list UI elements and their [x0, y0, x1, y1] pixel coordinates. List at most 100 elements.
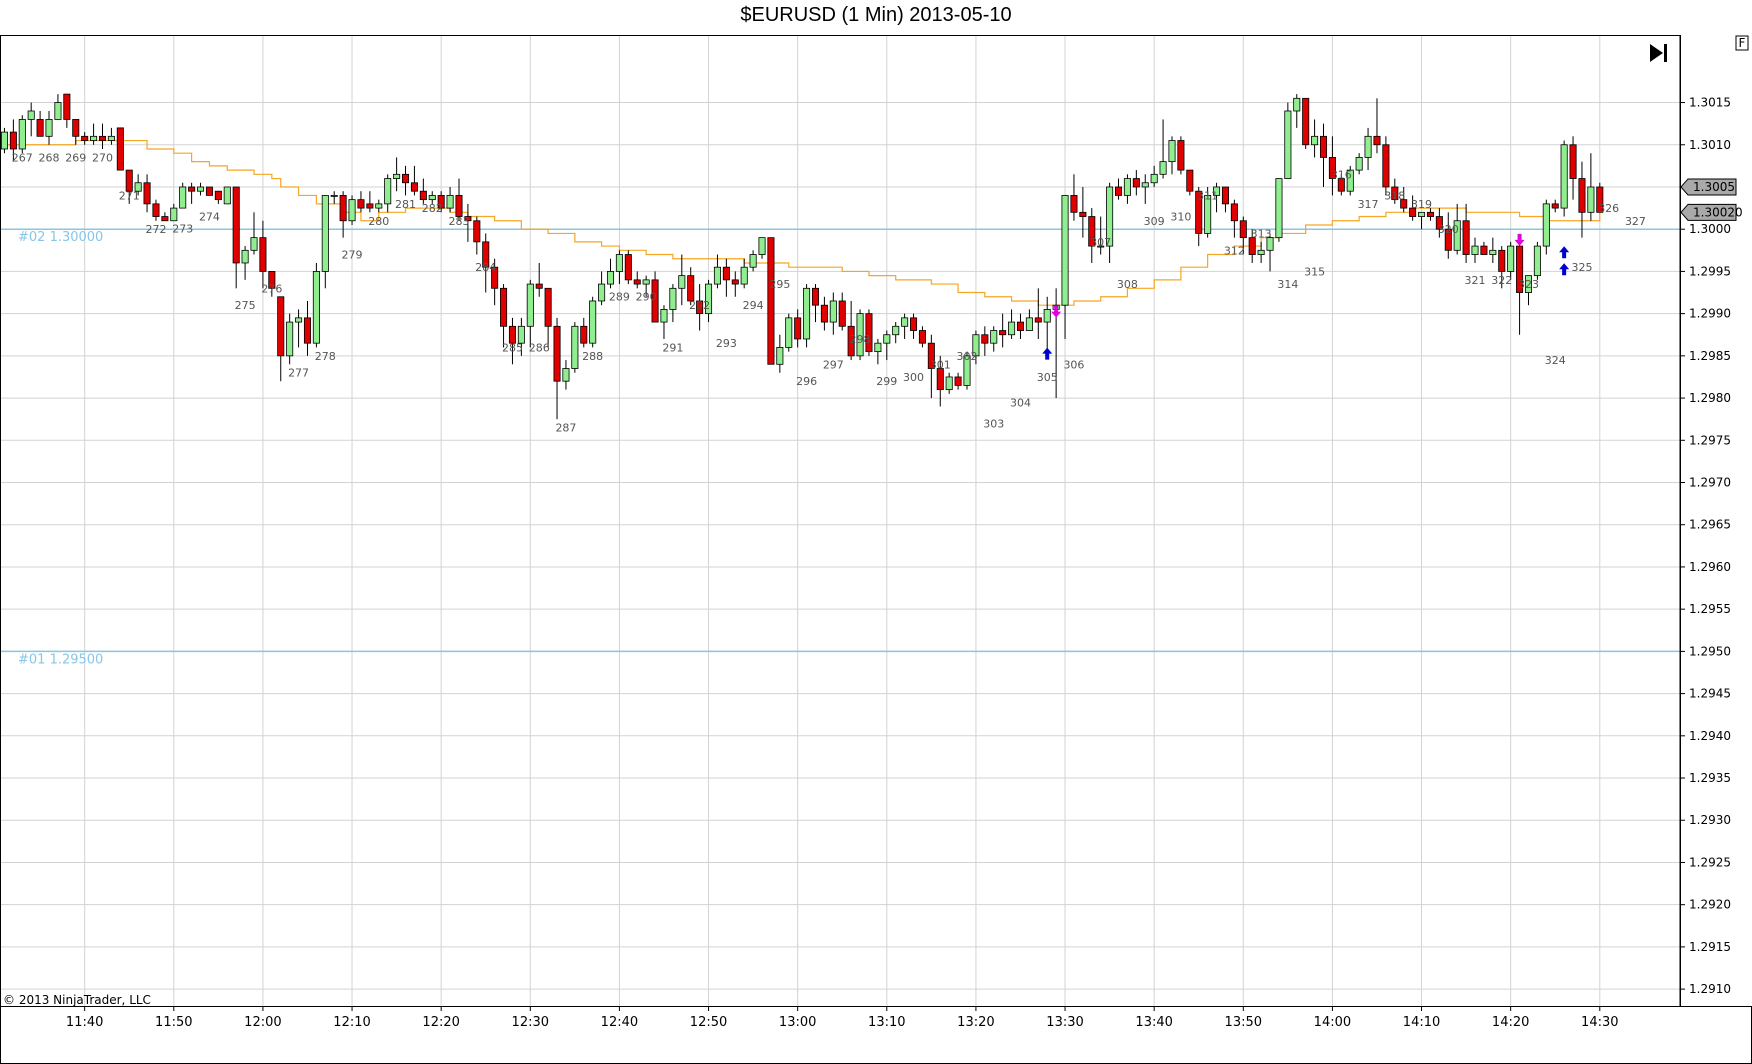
candle-body-up: [393, 173, 401, 179]
bar-number-label: 272: [145, 223, 166, 236]
candle-body-up: [1471, 245, 1479, 255]
horizontal-lines[interactable]: #02 1.30000 #01 1.29500: [0, 228, 1680, 667]
chart[interactable]: #02 1.30000 #01 1.29500 267 268 269 270 271 27…: [0, 0, 1752, 1064]
candle: [1311, 119, 1319, 158]
candle: [767, 237, 775, 365]
candle-body-up: [678, 275, 686, 289]
candle: [1168, 136, 1176, 175]
candle: [205, 186, 213, 196]
bar-number-label: 322: [1491, 274, 1512, 287]
candle: [758, 237, 766, 259]
candle: [847, 300, 855, 361]
bar-number-label: 283: [448, 215, 469, 228]
candle-body-up: [1560, 144, 1568, 209]
bar-number-label: 289: [609, 291, 630, 304]
candle: [1114, 178, 1123, 200]
candle-body-down: [722, 266, 730, 281]
candle-body-down: [277, 296, 285, 357]
candle-body-down: [1569, 144, 1577, 179]
bar-number-label: 303: [983, 417, 1004, 430]
candle: [981, 326, 989, 356]
candle-body-up: [384, 178, 392, 205]
candle-body-up: [901, 317, 909, 327]
candle: [366, 191, 374, 213]
candle: [277, 296, 285, 382]
candle: [1159, 119, 1167, 179]
candle: [999, 313, 1007, 348]
candle-body-down: [535, 283, 543, 289]
bar-number-label: 280: [368, 215, 389, 228]
y-tick-label: 1.2985: [1689, 349, 1731, 363]
candle: [678, 254, 686, 306]
y-tick-label: 1.2975: [1689, 433, 1731, 447]
x-tick-label: 14:20: [1492, 1015, 1529, 1030]
candle: [1284, 102, 1292, 179]
candle-body-down: [1114, 186, 1123, 196]
candle-body-down: [838, 300, 846, 327]
candle: [1355, 153, 1363, 175]
bar-number-label: 290: [636, 291, 657, 304]
candle: [553, 317, 561, 420]
candle-body-down: [500, 287, 508, 327]
bar-number-label: 295: [769, 278, 790, 291]
bar-number-label: 274: [199, 211, 220, 224]
y-tick-label: 1.2990: [1689, 307, 1731, 321]
y-tick-label: 1.2925: [1689, 855, 1731, 869]
candle-body-down: [687, 275, 695, 302]
candle: [81, 132, 89, 145]
candle: [1578, 161, 1586, 238]
bar-number-label: 270: [92, 151, 113, 164]
bar-number-label: 296: [796, 375, 817, 388]
candle: [143, 174, 151, 213]
price-badges: 1.3005 1.30020: [1680, 178, 1743, 221]
x-tick-label: 12:40: [601, 1015, 638, 1030]
candle: [945, 372, 953, 394]
candle-body-down: [259, 237, 267, 272]
price-badge-text: 1.3005: [1693, 180, 1735, 194]
skip-to-end-icon[interactable]: [1644, 0, 1667, 62]
x-tick-label: 14:30: [1581, 1015, 1618, 1030]
bar-number-label: 300: [903, 371, 924, 384]
up-arrow-marker: [1042, 347, 1053, 360]
bar-number-label: 273: [172, 222, 193, 235]
copyright-text: © 2013 NinjaTrader, LLC: [3, 993, 151, 1007]
candle: [1230, 199, 1238, 238]
candle-body-down: [731, 279, 739, 285]
candle-body-up: [18, 119, 26, 150]
candle-body-up: [758, 237, 766, 255]
bar-number-label: 279: [342, 249, 363, 262]
bar-number-label: 278: [315, 350, 336, 363]
bar-number-label: 315: [1304, 265, 1325, 278]
candle-body-down: [811, 287, 820, 306]
candle-body-down: [767, 237, 775, 365]
candle: [589, 296, 597, 348]
candle: [606, 258, 615, 289]
candle-body-up: [1489, 249, 1497, 255]
candle-body-down: [1132, 178, 1140, 188]
candle-body-down: [205, 186, 213, 196]
price-badge-text: 1.30020: [1693, 205, 1743, 219]
candle-body-up: [1284, 110, 1292, 179]
bar-number-label: 327: [1625, 215, 1646, 228]
candle: [1418, 211, 1426, 230]
bar-labels: 267 268 269 270 271 272 273 274 275 276 277 278 279 2…: [12, 151, 1646, 434]
float-button[interactable]: F: [1735, 35, 1749, 51]
bar-number-label: 321: [1465, 274, 1486, 287]
candle-body-up: [1159, 161, 1167, 175]
candle-body-up: [1123, 178, 1131, 196]
candle: [223, 186, 231, 205]
bar-number-label: 317: [1358, 198, 1379, 211]
candle-body-down: [419, 190, 427, 201]
candle: [598, 271, 606, 306]
candle-body-up: [45, 119, 53, 137]
candle-body-down: [401, 173, 410, 184]
y-tick-label: 1.2920: [1689, 898, 1731, 912]
candle-body-down: [161, 216, 169, 222]
candle-body-down: [918, 330, 926, 344]
candle-body-down: [98, 135, 107, 141]
candle-body-up: [615, 254, 623, 272]
candle-body-up: [1168, 140, 1176, 163]
candle-body-up: [776, 347, 784, 365]
y-tick-label: 1.2980: [1689, 391, 1731, 405]
candle-body-down: [981, 334, 989, 344]
